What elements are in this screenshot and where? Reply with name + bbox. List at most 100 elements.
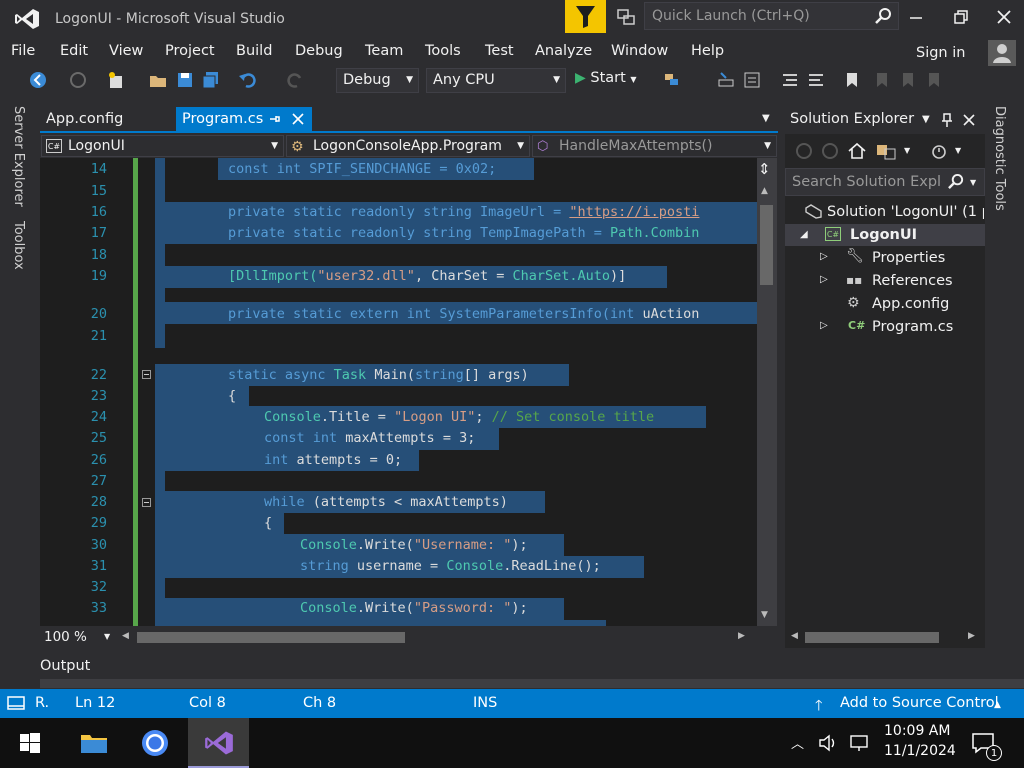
navigate-forward-icon[interactable] [68,70,88,90]
scroll-up-icon[interactable]: ▲ [761,186,768,196]
member-dropdown[interactable]: ⬡ HandleMaxAttempts() ▼ [532,135,777,157]
network-icon[interactable] [849,734,869,752]
volume-icon[interactable] [818,734,838,752]
pin-icon[interactable] [267,112,281,126]
expanded-arrow-icon[interactable]: ◢ [800,229,808,240]
diagnostic-tools-tab[interactable]: Diagnostic Tools [992,106,1007,211]
close-icon[interactable] [995,8,1013,26]
chrome-icon[interactable] [140,728,170,758]
open-file-icon[interactable] [148,70,168,90]
scrollbar-thumb[interactable] [760,205,773,285]
save-all-icon[interactable] [201,70,221,90]
collapsed-arrow-icon[interactable]: ▷ [820,320,828,331]
zoom-dropdown-icon[interactable]: ▼ [104,632,110,641]
zoom-level[interactable]: 100 % [44,629,87,645]
panel-options-icon[interactable]: ▼ [922,114,930,125]
chevron-up-icon[interactable]: ▲ [994,700,1001,710]
file-explorer-icon[interactable] [80,731,108,755]
minimize-icon[interactable] [907,8,925,26]
chevron-down-icon[interactable]: ▼ [904,146,910,155]
tree-item-app-config[interactable]: App.config [872,296,949,312]
windows-start-icon[interactable] [20,733,40,753]
output-tab[interactable]: Output [40,658,90,674]
back-icon[interactable] [795,142,813,160]
account-avatar[interactable] [988,40,1016,66]
home-icon[interactable] [847,141,867,161]
toolbox-tab[interactable]: Toolbox [11,221,26,270]
menu-window[interactable]: Window [611,43,668,59]
collapse-region-icon[interactable] [142,498,151,507]
scroll-left-icon[interactable]: ◀ [791,631,798,641]
menu-help[interactable]: Help [691,43,724,59]
pin-icon[interactable] [940,112,954,128]
sign-in-link[interactable]: Sign in [916,45,965,61]
feedback-filter-button[interactable] [565,0,606,33]
tree-item-solution[interactable]: Solution 'LogonUI' (1 pr [827,204,984,220]
scroll-right-icon[interactable]: ▶ [738,631,745,641]
uncomment-lines-icon[interactable] [806,70,826,90]
menu-analyze[interactable]: Analyze [535,43,592,59]
up-arrow-icon[interactable]: 🡑 [815,695,823,720]
forward-icon[interactable] [821,142,839,160]
solution-platform-select[interactable]: Any CPU ▼ [426,68,566,93]
menu-file[interactable]: File [11,43,35,59]
close-tab-icon[interactable] [291,112,305,126]
chevron-down-icon[interactable]: ▼ [970,178,976,187]
menu-edit[interactable]: Edit [60,43,88,59]
step-into-icon[interactable] [716,70,736,90]
next-bookmark-icon[interactable] [898,70,918,90]
start-debugging-button[interactable]: ▶ Start ▼ [575,70,637,92]
close-icon[interactable] [962,113,976,127]
menu-build[interactable]: Build [236,43,272,59]
scroll-left-icon[interactable]: ◀ [122,631,129,641]
restore-icon[interactable] [952,8,970,26]
notification-panel-icon[interactable] [7,695,25,711]
search-icon[interactable] [948,173,965,190]
comment-lines-icon[interactable] [780,70,800,90]
clear-bookmarks-icon[interactable] [924,70,944,90]
show-hidden-icons-icon[interactable]: ︿ [791,733,804,752]
menu-test[interactable]: Test [485,43,514,59]
feedback-icon[interactable] [615,6,637,28]
tree-item-program-cs[interactable]: Program.cs [872,319,953,335]
switch-views-icon[interactable] [875,141,897,161]
previous-bookmark-icon[interactable] [872,70,892,90]
collapsed-arrow-icon[interactable]: ▷ [820,274,828,285]
navigate-back-icon[interactable] [28,70,48,90]
menu-view[interactable]: View [109,43,143,59]
scroll-down-icon[interactable]: ▼ [761,610,768,620]
pending-changes-icon[interactable] [929,141,949,161]
clock-date[interactable]: 11/1/2024 [884,743,956,759]
split-editor-icon[interactable]: ⇕ [758,160,771,178]
project-dropdown[interactable]: C# LogonUI ▼ [41,135,284,157]
class-dropdown[interactable]: ⚙ LogonConsoleApp.Program ▼ [286,135,530,157]
line-number: 24 [90,409,107,425]
browser-link-icon[interactable] [662,70,682,90]
save-icon[interactable] [175,70,195,90]
class-dropdown-value: LogonConsoleApp.Program [313,138,502,154]
new-project-icon[interactable] [106,70,126,90]
menu-team[interactable]: Team [365,43,403,59]
menu-project[interactable]: Project [165,43,215,59]
redo-icon[interactable] [285,70,305,90]
add-to-source-control-button[interactable]: Add to Source Control [840,695,999,711]
tree-item-properties[interactable]: Properties [872,250,945,266]
clock-time[interactable]: 10:09 AM [884,723,950,739]
search-icon[interactable] [875,7,893,25]
bookmark-icon[interactable] [842,70,862,90]
collapsed-arrow-icon[interactable]: ▷ [820,251,828,262]
chevron-down-icon[interactable]: ▼ [955,146,961,155]
menu-debug[interactable]: Debug [295,43,343,59]
horizontal-scrollbar-thumb[interactable] [805,632,939,643]
tab-overflow-icon[interactable]: ▼ [762,113,770,124]
solution-configuration-select[interactable]: Debug ▼ [336,68,419,93]
server-explorer-tab[interactable]: Server Explorer [11,106,26,207]
menu-tools[interactable]: Tools [425,43,461,59]
undo-icon[interactable] [238,70,258,90]
tree-item-references[interactable]: References [872,273,953,289]
horizontal-scrollbar-thumb[interactable] [137,632,405,643]
tree-item-project[interactable]: LogonUI [850,227,917,243]
collapse-region-icon[interactable] [142,370,151,379]
step-over-icon[interactable] [742,70,762,90]
scroll-right-icon[interactable]: ▶ [968,631,975,641]
